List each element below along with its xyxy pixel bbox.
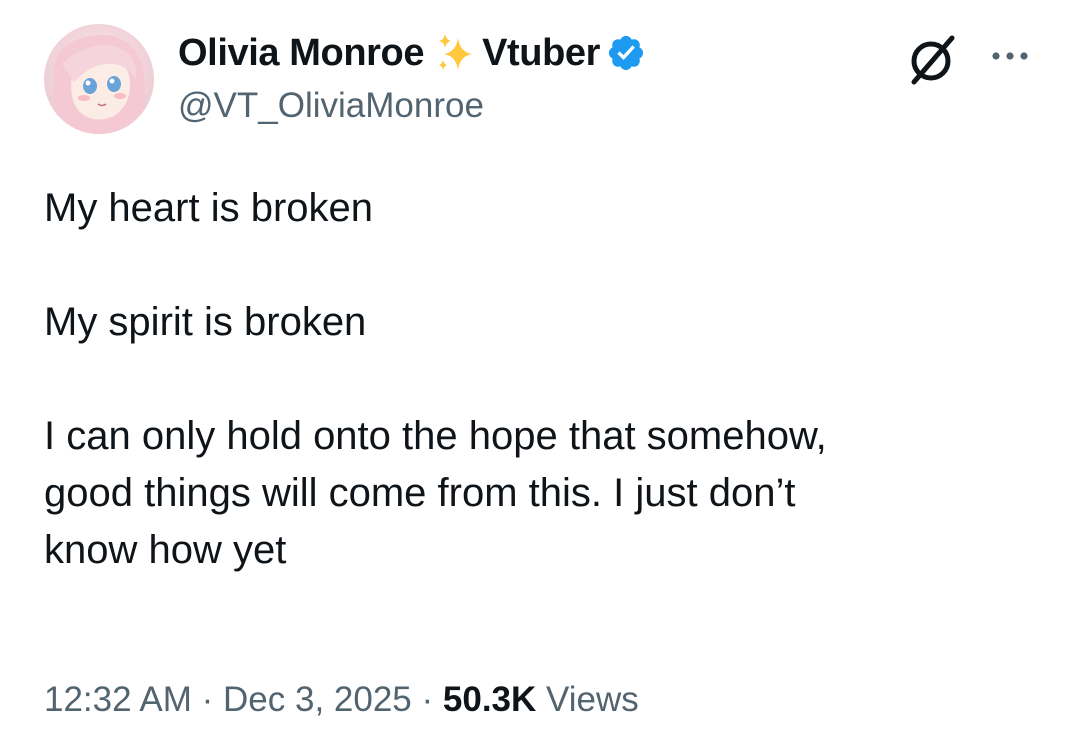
tweet-text: My heart is broken My spirit is broken I… — [44, 180, 1044, 579]
tweet-meta: 12:32 AM · Dec 3, 2025 · 50.3K Views — [44, 680, 639, 720]
author-handle[interactable]: @VT_OliviaMonroe — [178, 86, 484, 126]
tweet-paragraph-line: good things will come from this. I just … — [44, 471, 796, 515]
display-name-suffix: Vtuber — [482, 31, 601, 74]
avatar[interactable] — [44, 24, 154, 134]
tweet-paragraph: My heart is broken — [44, 186, 374, 230]
grok-icon[interactable] — [904, 32, 960, 88]
more-options-icon[interactable] — [986, 40, 1034, 72]
tweet-time[interactable]: 12:32 AM · Dec 3, 2025 — [44, 680, 412, 719]
meta-separator: · — [201, 680, 214, 719]
timestamp-date: Dec 3, 2025 — [223, 680, 412, 719]
verified-badge-icon[interactable] — [606, 33, 646, 73]
views-count: 50.3K — [442, 680, 537, 719]
meta-separator: · — [421, 680, 434, 719]
author-name-row[interactable]: Olivia Monroe Vtuber — [178, 30, 646, 76]
tweet-paragraph-line: I can only hold onto the hope that someh… — [44, 414, 827, 458]
tweet-paragraph: My spirit is broken — [44, 300, 367, 344]
avatar-image — [44, 24, 154, 134]
views-label: Views — [546, 680, 639, 719]
display-name: Olivia Monroe — [178, 31, 425, 74]
timestamp-time: 12:32 AM — [44, 680, 192, 719]
tweet-paragraph-line: know how yet — [44, 528, 287, 572]
sparkles-icon — [434, 32, 476, 74]
